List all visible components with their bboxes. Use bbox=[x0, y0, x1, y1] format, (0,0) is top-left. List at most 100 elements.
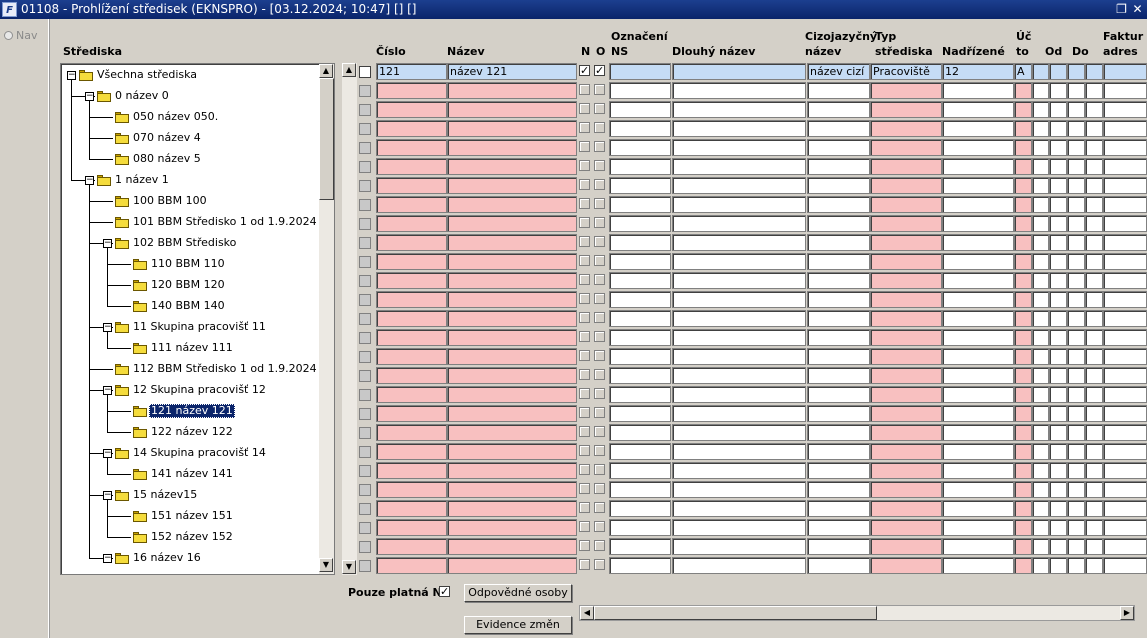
cell-cizi-nazev[interactable] bbox=[807, 215, 870, 232]
cell-do[interactable] bbox=[1067, 481, 1085, 498]
cell-nazev[interactable] bbox=[447, 538, 577, 555]
cell-ucto[interactable] bbox=[1014, 367, 1032, 384]
cell-od[interactable] bbox=[1049, 557, 1067, 574]
cell-cizi-nazev[interactable] bbox=[807, 462, 870, 479]
cell-oznaceni[interactable] bbox=[609, 348, 671, 365]
cell-marker[interactable] bbox=[1032, 462, 1049, 479]
cell-dlouhy-nazev[interactable] bbox=[672, 424, 806, 441]
cell-do[interactable] bbox=[1067, 272, 1085, 289]
cell-cislo[interactable] bbox=[376, 443, 447, 460]
cell-dlouhy-nazev[interactable] bbox=[672, 386, 806, 403]
cell-oznaceni[interactable] bbox=[609, 234, 671, 251]
restore-icon[interactable]: ❐ bbox=[1115, 2, 1128, 16]
row-selector[interactable] bbox=[359, 218, 371, 230]
cell-cislo[interactable] bbox=[376, 386, 447, 403]
cell-nadrizene[interactable] bbox=[942, 329, 1014, 346]
cell-n-checkbox[interactable] bbox=[579, 331, 590, 342]
change-history-button[interactable]: Evidence změn bbox=[464, 616, 572, 634]
cell-dlouhy-nazev[interactable] bbox=[672, 82, 806, 99]
row-selector[interactable] bbox=[359, 484, 371, 496]
cell-cizi-nazev[interactable] bbox=[807, 101, 870, 118]
cell-o-checkbox[interactable] bbox=[594, 293, 605, 304]
cell-o-checkbox[interactable] bbox=[594, 217, 605, 228]
cell-ucto[interactable] bbox=[1014, 462, 1032, 479]
cell-marker[interactable] bbox=[1032, 519, 1049, 536]
cell-typ[interactable] bbox=[870, 310, 942, 327]
cell-typ[interactable] bbox=[870, 101, 942, 118]
cell-cislo[interactable] bbox=[376, 253, 447, 270]
cell-n-checkbox[interactable] bbox=[579, 293, 590, 304]
cell-faktur-adres[interactable] bbox=[1103, 253, 1147, 270]
cell-o-checkbox[interactable] bbox=[594, 122, 605, 133]
cell-faktur-adres[interactable] bbox=[1103, 481, 1147, 498]
cell-cislo[interactable] bbox=[376, 234, 447, 251]
cell-cizi-nazev[interactable] bbox=[807, 272, 870, 289]
cell-n-checkbox[interactable] bbox=[579, 103, 590, 114]
cell-dlouhy-nazev[interactable] bbox=[672, 63, 806, 80]
cell-typ[interactable] bbox=[870, 329, 942, 346]
tree-node-label[interactable]: 11 Skupina pracovišť 11 bbox=[131, 320, 268, 334]
cell-dlouhy-nazev[interactable] bbox=[672, 196, 806, 213]
cell-extra[interactable] bbox=[1085, 82, 1103, 99]
cell-nadrizene[interactable] bbox=[942, 82, 1014, 99]
cell-nadrizene[interactable] bbox=[942, 519, 1014, 536]
cell-dlouhy-nazev[interactable] bbox=[672, 443, 806, 460]
cell-typ[interactable] bbox=[870, 405, 942, 422]
row-selector[interactable] bbox=[359, 389, 371, 401]
cell-faktur-adres[interactable] bbox=[1103, 63, 1147, 80]
cell-cislo[interactable] bbox=[376, 405, 447, 422]
cell-cislo[interactable] bbox=[376, 519, 447, 536]
cell-typ[interactable] bbox=[870, 272, 942, 289]
cell-nazev[interactable] bbox=[447, 462, 577, 479]
only-valid-checkbox[interactable]: ✓ bbox=[439, 586, 450, 597]
cell-od[interactable] bbox=[1049, 405, 1067, 422]
cell-faktur-adres[interactable] bbox=[1103, 139, 1147, 156]
cell-oznaceni[interactable] bbox=[609, 120, 671, 137]
cell-ucto[interactable] bbox=[1014, 196, 1032, 213]
cell-o-checkbox[interactable] bbox=[594, 236, 605, 247]
cell-typ[interactable] bbox=[870, 177, 942, 194]
cell-cislo[interactable] bbox=[376, 538, 447, 555]
cell-ucto[interactable] bbox=[1014, 234, 1032, 251]
cell-od[interactable] bbox=[1049, 310, 1067, 327]
cell-o-checkbox[interactable] bbox=[594, 464, 605, 475]
cell-do[interactable] bbox=[1067, 367, 1085, 384]
cell-oznaceni[interactable] bbox=[609, 386, 671, 403]
cell-od[interactable] bbox=[1049, 386, 1067, 403]
tree-collapse-icon[interactable]: − bbox=[103, 239, 112, 248]
cell-faktur-adres[interactable] bbox=[1103, 101, 1147, 118]
cell-typ[interactable] bbox=[870, 367, 942, 384]
tree-node-label[interactable]: 140 BBM 140 bbox=[149, 299, 227, 313]
cell-marker[interactable] bbox=[1032, 481, 1049, 498]
cell-faktur-adres[interactable] bbox=[1103, 272, 1147, 289]
cell-marker[interactable] bbox=[1032, 272, 1049, 289]
cell-cislo[interactable] bbox=[376, 329, 447, 346]
tree-collapse-icon[interactable]: − bbox=[67, 71, 76, 80]
cell-o-checkbox[interactable] bbox=[594, 369, 605, 380]
cell-od[interactable] bbox=[1049, 443, 1067, 460]
cell-faktur-adres[interactable] bbox=[1103, 367, 1147, 384]
cell-n-checkbox[interactable] bbox=[579, 464, 590, 475]
cell-nadrizene[interactable] bbox=[942, 367, 1014, 384]
cell-marker[interactable] bbox=[1032, 253, 1049, 270]
tree-node-label[interactable]: 1 název 1 bbox=[113, 173, 171, 187]
cell-nazev[interactable] bbox=[447, 367, 577, 384]
cell-oznaceni[interactable] bbox=[609, 443, 671, 460]
cell-nazev[interactable] bbox=[447, 272, 577, 289]
cell-o-checkbox[interactable] bbox=[594, 274, 605, 285]
cell-cislo[interactable] bbox=[376, 481, 447, 498]
row-selector[interactable] bbox=[359, 465, 371, 477]
cell-dlouhy-nazev[interactable] bbox=[672, 405, 806, 422]
cell-nazev[interactable] bbox=[447, 196, 577, 213]
cell-extra[interactable] bbox=[1085, 405, 1103, 422]
cell-oznaceni[interactable] bbox=[609, 63, 671, 80]
cell-marker[interactable] bbox=[1032, 367, 1049, 384]
cell-marker[interactable] bbox=[1032, 329, 1049, 346]
cell-do[interactable] bbox=[1067, 215, 1085, 232]
cell-do[interactable] bbox=[1067, 101, 1085, 118]
cell-od[interactable] bbox=[1049, 82, 1067, 99]
cell-nazev[interactable] bbox=[447, 177, 577, 194]
cell-nadrizene[interactable] bbox=[942, 424, 1014, 441]
cell-extra[interactable] bbox=[1085, 177, 1103, 194]
cell-ucto[interactable] bbox=[1014, 215, 1032, 232]
